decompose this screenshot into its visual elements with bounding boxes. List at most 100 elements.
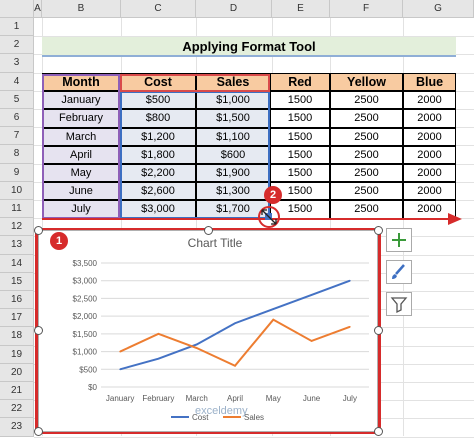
row-header-6[interactable]: 6 [0, 109, 34, 128]
row-header-9[interactable]: 9 [0, 163, 34, 182]
series-name-highlight [120, 74, 270, 92]
data-point [119, 350, 121, 353]
row-header-3[interactable]: 3 [0, 54, 34, 73]
chart-styles-button[interactable] [386, 260, 412, 284]
sheet-title: Applying Format Tool [42, 37, 456, 57]
table-cell[interactable]: 2500 [330, 200, 403, 219]
brush-icon [392, 264, 405, 279]
y-tick-label: $1,000 [73, 348, 98, 357]
row-header-15[interactable]: 15 [0, 272, 34, 291]
line-chart[interactable]: Chart Title $0 $500 $1,000 $1,500 $2,000 $2,50… [38, 230, 378, 432]
table-header-red[interactable]: Red [270, 73, 330, 92]
table-cell[interactable]: 2000 [403, 91, 456, 110]
chart-elements-button[interactable] [386, 228, 412, 252]
data-point [272, 318, 275, 321]
table-cell[interactable]: 2500 [330, 109, 403, 128]
x-tick-label: May [266, 394, 281, 403]
row-header-10[interactable]: 10 [0, 181, 34, 200]
filter-icon [390, 297, 408, 314]
y-tick-label: $1,500 [73, 330, 98, 339]
data-point [195, 343, 198, 346]
table-cell[interactable]: 1500 [270, 109, 330, 128]
table-cell[interactable]: 1500 [270, 145, 330, 164]
row-header-2[interactable]: 2 [0, 36, 34, 55]
table-header-yellow[interactable]: Yellow [330, 73, 403, 92]
column-header-E[interactable]: E [272, 0, 330, 18]
row-header-14[interactable]: 14 [0, 254, 34, 273]
table-cell[interactable]: 1500 [270, 127, 330, 146]
row-header-8[interactable]: 8 [0, 145, 34, 164]
table-cell[interactable]: 1500 [270, 91, 330, 110]
row-header-1[interactable]: 1 [0, 18, 34, 37]
column-header-F[interactable]: F [330, 0, 403, 18]
y-tick-label: $500 [79, 365, 97, 374]
data-point [157, 333, 160, 335]
data-point [349, 279, 351, 282]
series-range-highlight [120, 91, 270, 219]
data-point [119, 368, 121, 371]
row-header-4[interactable]: 4 [0, 72, 34, 91]
column-header-B[interactable]: B [42, 0, 121, 18]
column-header-C[interactable]: C [121, 0, 196, 18]
row-header-12[interactable]: 12 [0, 218, 34, 237]
data-point [234, 322, 236, 325]
column-header-A[interactable]: A [34, 0, 42, 18]
table-cell[interactable]: 2500 [330, 91, 403, 110]
chart-handle-ml[interactable] [34, 326, 43, 335]
row-header-5[interactable]: 5 [0, 90, 34, 109]
chart-filters-button[interactable] [386, 292, 412, 316]
plus-icon [392, 233, 406, 247]
table-cell[interactable]: 1500 [270, 164, 330, 183]
arrow-head-icon [448, 213, 462, 225]
row-header-20[interactable]: 20 [0, 363, 34, 382]
table-cell[interactable]: 2000 [403, 182, 456, 201]
row-header-18[interactable]: 18 [0, 327, 34, 346]
resize-handle-circle[interactable] [256, 204, 282, 230]
data-point [157, 357, 160, 360]
data-point [195, 347, 198, 349]
select-all-corner[interactable] [0, 0, 34, 18]
table-cell[interactable]: 2500 [330, 127, 403, 146]
data-point [234, 364, 236, 367]
table-cell[interactable]: 2000 [403, 109, 456, 128]
category-range-highlight [42, 74, 120, 219]
chart-handle-tl[interactable] [34, 226, 43, 235]
y-tick-label: $3,500 [73, 259, 98, 268]
data-point [310, 294, 313, 296]
watermark: exceldemy [195, 405, 248, 417]
row-header-17[interactable]: 17 [0, 309, 34, 328]
chart-handle-tm[interactable] [204, 226, 213, 235]
table-cell[interactable]: 2500 [330, 182, 403, 201]
column-header-G[interactable]: G [403, 0, 474, 18]
chart-title: Chart Title [188, 236, 243, 250]
row-header-7[interactable]: 7 [0, 127, 34, 146]
table-cell[interactable]: 2000 [403, 127, 456, 146]
row-header-16[interactable]: 16 [0, 291, 34, 310]
data-point [349, 325, 351, 328]
row-header-23[interactable]: 23 [0, 418, 34, 437]
y-tick-label: $2,500 [73, 294, 98, 303]
row-header-19[interactable]: 19 [0, 345, 34, 364]
row-header-22[interactable]: 22 [0, 400, 34, 419]
table-header-blue[interactable]: Blue [403, 73, 456, 92]
table-cell[interactable]: 2500 [330, 145, 403, 164]
y-tick-label: $2,000 [73, 312, 98, 321]
data-point [310, 340, 313, 342]
chart-handle-br[interactable] [374, 427, 383, 436]
table-cell[interactable]: 2000 [403, 164, 456, 183]
chart-handle-bl[interactable] [34, 427, 43, 436]
x-tick-label: April [227, 394, 243, 403]
row-header-11[interactable]: 11 [0, 200, 34, 219]
y-tick-label: $0 [88, 383, 97, 392]
x-tick-label: July [343, 394, 357, 403]
table-cell[interactable]: 2500 [330, 164, 403, 183]
row-header-13[interactable]: 13 [0, 236, 34, 255]
chart-handle-mr[interactable] [374, 326, 383, 335]
column-header-D[interactable]: D [196, 0, 272, 18]
chart-handle-tr[interactable] [374, 226, 383, 235]
step-badge-2: 2 [264, 186, 282, 204]
row-header-21[interactable]: 21 [0, 382, 34, 401]
table-cell[interactable]: 2000 [403, 145, 456, 164]
x-tick-label: June [303, 394, 321, 403]
drag-arrow [42, 218, 450, 220]
